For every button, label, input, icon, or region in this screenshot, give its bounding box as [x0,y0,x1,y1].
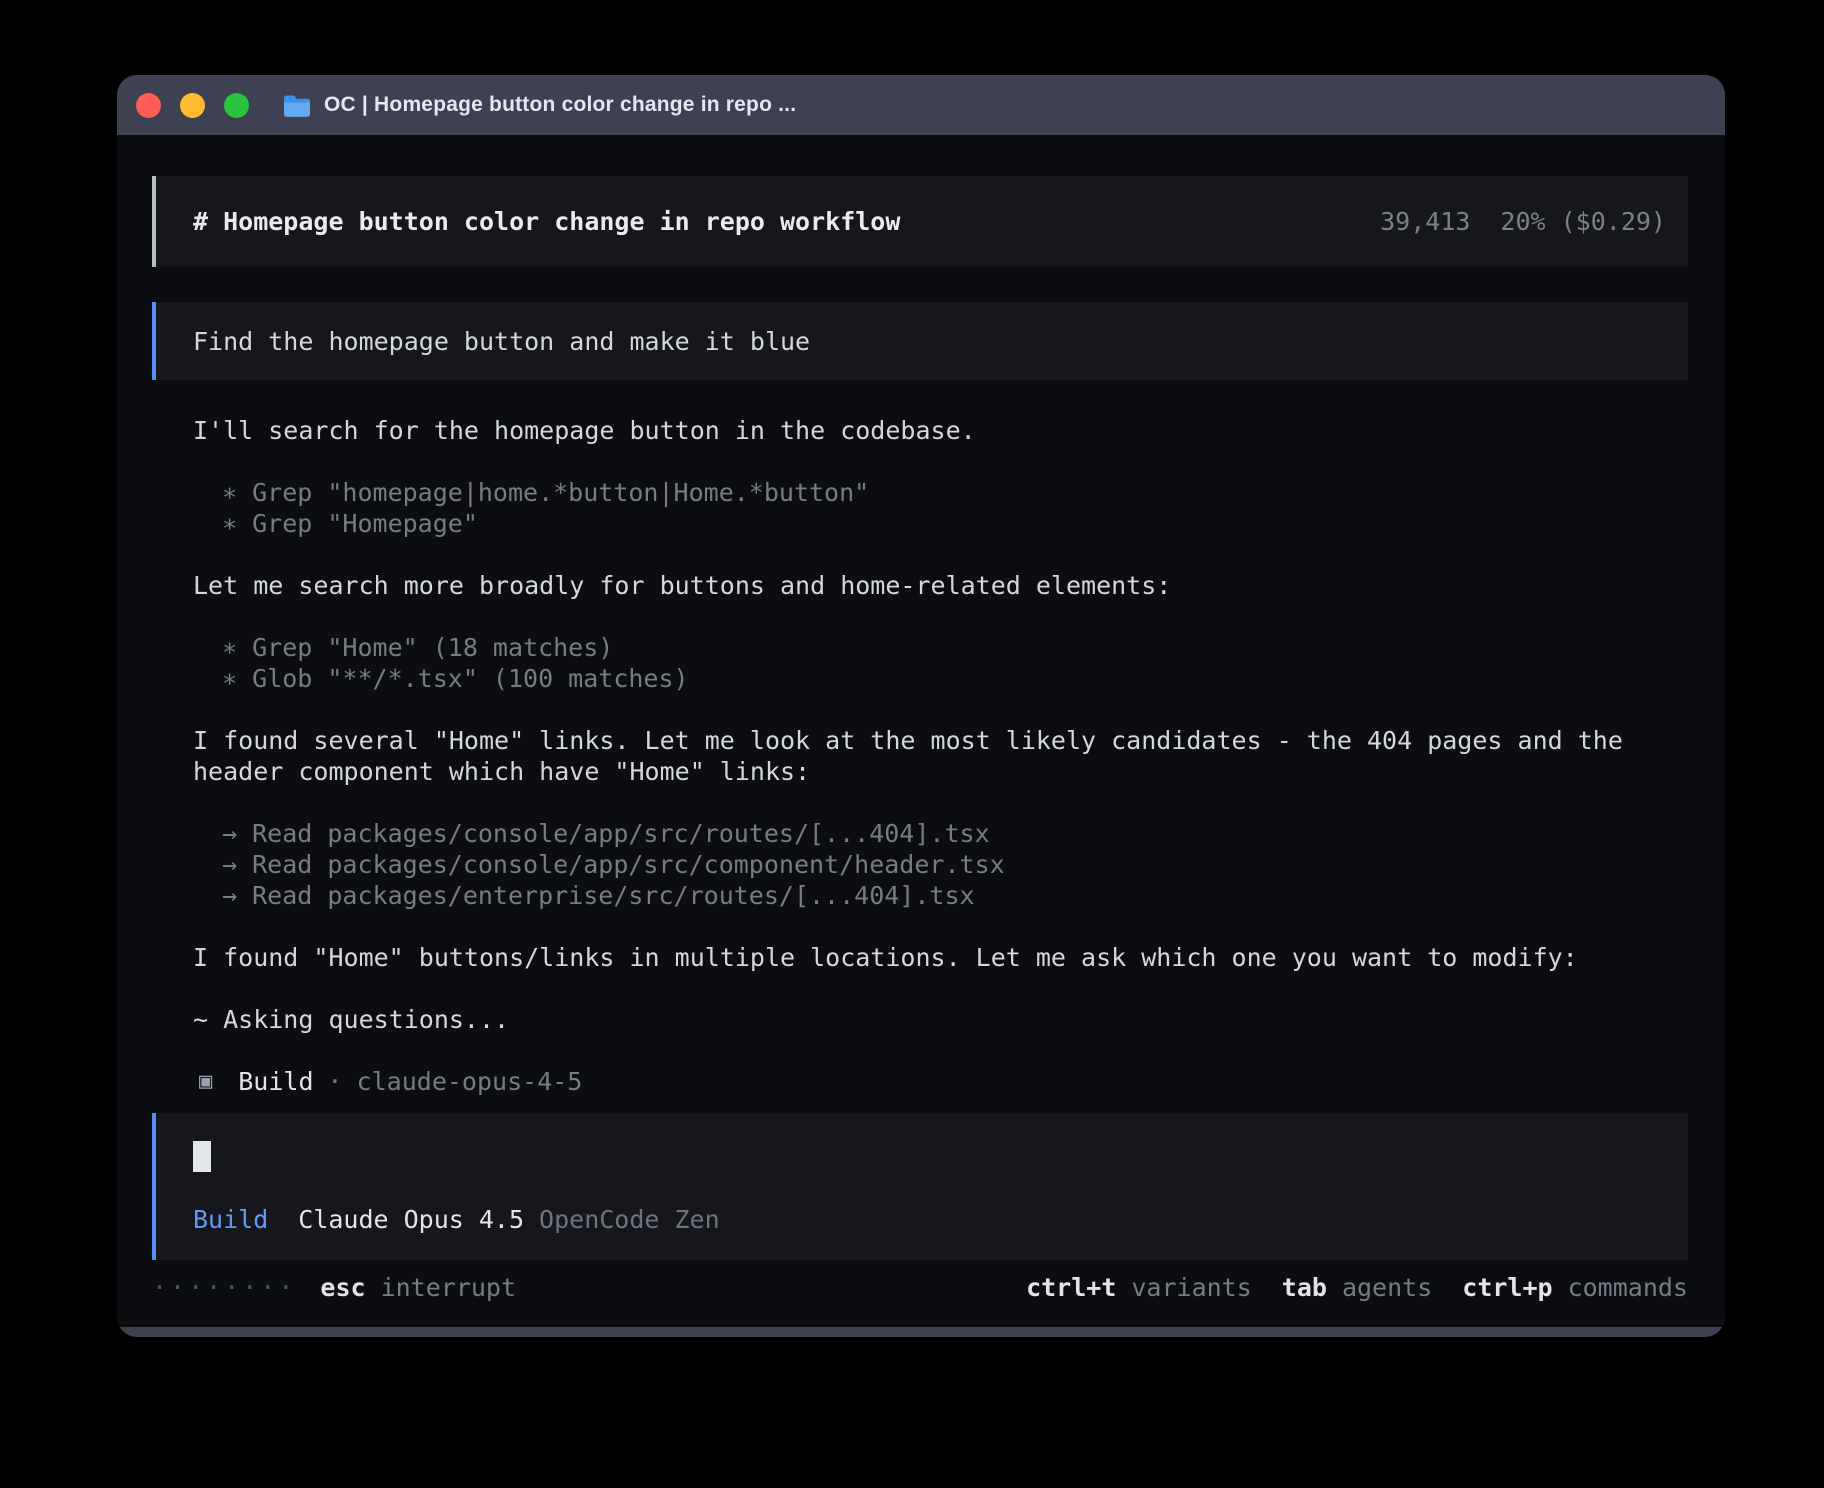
terminal-window: OC | Homepage button color change in rep… [117,75,1725,1337]
text-cursor [193,1141,211,1172]
window-controls [136,93,249,118]
progress-dots: ········ [152,1272,296,1303]
window-title: OC | Homepage button color change in rep… [324,93,796,117]
session-token-count: 39,413 [1380,206,1470,237]
shortcut-label: agents [1342,1272,1432,1303]
terminal-content: # Homepage button color change in repo w… [117,135,1725,1327]
agent-name: Build [238,1066,313,1097]
tool-call-grep: ∗ Grep "Homepage" [193,508,1688,539]
shortcut-label: variants [1131,1272,1251,1303]
assistant-message: Let me search more broadly for buttons a… [193,570,1688,601]
tool-call-glob: ∗ Glob "**/*.tsx" (100 matches) [193,663,1688,694]
tool-call-read: → Read packages/console/app/src/componen… [193,849,1688,880]
shortcut-label: interrupt [381,1272,516,1303]
user-message-text: Find the homepage button and make it blu… [193,326,810,357]
tool-call-group: → Read packages/console/app/src/routes/[… [193,818,1688,911]
agent-icon: ▣ [199,1066,212,1097]
tool-call-grep: ∗ Grep "homepage|home.*button|Home.*butt… [193,477,1688,508]
conversation-transcript: I'll search for the homepage button in t… [193,415,1688,1097]
session-context-usage: 20% ($0.29) [1500,206,1666,237]
zoom-button[interactable] [224,93,249,118]
session-header: # Homepage button color change in repo w… [152,176,1688,267]
assistant-message: I'll search for the homepage button in t… [193,415,1688,446]
shortcut-label: commands [1568,1272,1688,1303]
minimize-button[interactable] [180,93,205,118]
user-message: Find the homepage button and make it blu… [152,302,1688,380]
status-bar-shortcuts: ctrl+t variants tab agents ctrl+p comman… [1026,1272,1688,1303]
model-name: Claude Opus 4.5 [298,1204,524,1235]
status-bar: ········ esc interrupt ctrl+t variants t… [152,1272,1688,1303]
tool-call-group: ∗ Grep "homepage|home.*button|Home.*butt… [193,477,1688,539]
tool-call-read: → Read packages/enterprise/src/routes/[.… [193,880,1688,911]
shortcut-key: ctrl+t [1026,1272,1116,1303]
tool-call-group: ∗ Grep "Home" (18 matches) ∗ Glob "**/*.… [193,632,1688,694]
window-titlebar[interactable]: OC | Homepage button color change in rep… [117,75,1725,135]
model-provider: OpenCode Zen [539,1204,720,1235]
session-title: # Homepage button color change in repo w… [193,206,1380,237]
agent-separator: · [328,1066,343,1097]
assistant-message: I found several "Home" links. Let me loo… [193,725,1688,787]
tool-call-grep: ∗ Grep "Home" (18 matches) [193,632,1688,663]
shortcut-variants: ctrl+t variants [1026,1272,1252,1303]
shortcut-commands: ctrl+p commands [1462,1272,1688,1303]
agent-status-row: ▣ Build · claude-opus-4-5 [193,1066,1688,1097]
close-button[interactable] [136,93,161,118]
folder-icon [283,94,311,117]
shortcut-key: ctrl+p [1462,1272,1552,1303]
agent-mode-badge[interactable]: Build [193,1204,268,1235]
asking-questions-status: ~ Asking questions... [193,1004,1688,1035]
shortcut-key: esc [320,1272,365,1303]
session-meta: 39,413 20% ($0.29) [1380,206,1666,237]
message-input[interactable]: Build Claude Opus 4.5 OpenCode Zen [152,1113,1688,1260]
tool-call-read: → Read packages/console/app/src/routes/[… [193,818,1688,849]
shortcut-agents: tab agents [1282,1272,1432,1303]
agent-model-name: claude-opus-4-5 [357,1066,583,1097]
assistant-message: I found "Home" buttons/links in multiple… [193,942,1688,973]
shortcut-key: tab [1282,1272,1327,1303]
input-status-row: Build Claude Opus 4.5 OpenCode Zen [193,1204,1666,1235]
shortcut-interrupt: esc interrupt [320,1272,516,1303]
